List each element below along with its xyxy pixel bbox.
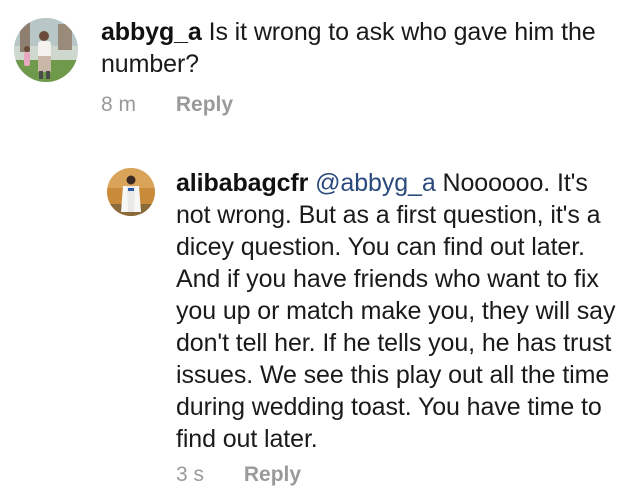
reply-button[interactable]: Reply xyxy=(176,92,233,118)
reply-button[interactable]: Reply xyxy=(244,462,301,488)
profile-photo-icon xyxy=(107,168,155,216)
comment-username[interactable]: alibabagcfr xyxy=(176,169,308,197)
avatar[interactable] xyxy=(107,168,155,216)
comment-timestamp: 3 s xyxy=(176,463,205,486)
comment-text: alibabagcfr @abbyg_a Noooooo. It's not w… xyxy=(176,167,616,455)
avatar[interactable] xyxy=(14,18,78,82)
comment-timestamp: 8 m xyxy=(101,93,137,116)
comment-message: Noooooo. It's not wrong. But as a first … xyxy=(176,169,616,453)
comment-meta: 8 m Reply xyxy=(101,92,233,118)
comment-text: abbyg_a Is it wrong to ask who gave him … xyxy=(101,16,601,80)
comment-mention[interactable]: @abbyg_a xyxy=(315,169,436,197)
comment-meta: 3 s Reply xyxy=(176,462,301,488)
comment-username[interactable]: abbyg_a xyxy=(101,18,202,46)
profile-photo-icon xyxy=(14,18,78,82)
